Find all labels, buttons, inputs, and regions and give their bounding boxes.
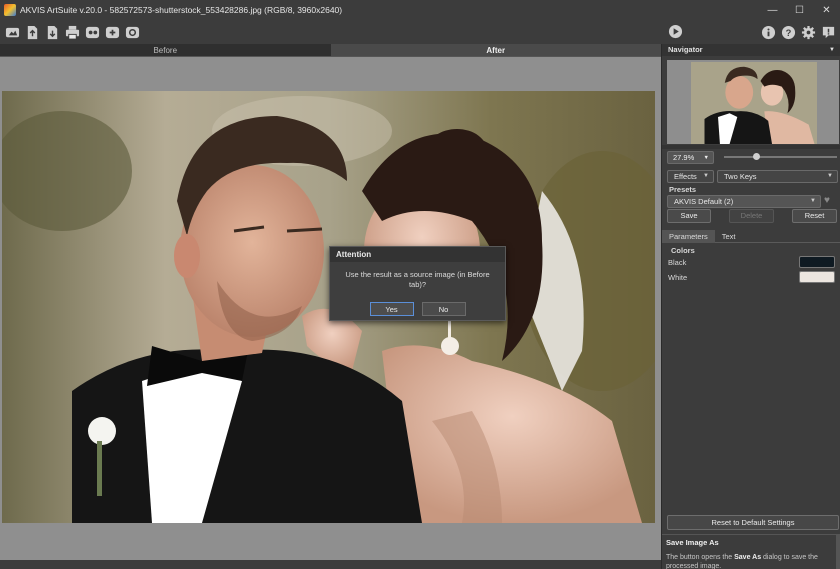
black-label: Black bbox=[668, 258, 687, 267]
close-icon[interactable]: ✕ bbox=[813, 0, 840, 20]
window-title: AKVIS ArtSuite v.20.0 - 582572573-shutte… bbox=[20, 5, 343, 15]
chevron-down-icon: ▼ bbox=[703, 173, 709, 179]
navigator-header[interactable]: Navigator ▼ bbox=[662, 44, 840, 56]
no-button[interactable]: No bbox=[421, 302, 466, 316]
navigator-thumbnail[interactable] bbox=[691, 62, 817, 144]
zoom-value: 27.9% bbox=[673, 152, 695, 162]
minimize-icon[interactable]: — bbox=[759, 0, 786, 20]
panel-divider bbox=[662, 145, 840, 149]
maximize-icon[interactable]: ☐ bbox=[786, 0, 813, 20]
colors-label: Colors bbox=[671, 246, 695, 255]
white-label: White bbox=[668, 273, 688, 282]
zoom-select[interactable]: 27.9% ▼ bbox=[667, 150, 714, 164]
tab-before[interactable]: Before bbox=[0, 44, 331, 57]
print-icon[interactable] bbox=[65, 25, 80, 40]
tab-after[interactable]: After bbox=[330, 44, 661, 57]
dialog-message: Use the result as a source image (in Bef… bbox=[345, 270, 490, 289]
batch-icon[interactable] bbox=[105, 25, 120, 40]
tab-text[interactable]: Text bbox=[715, 230, 743, 243]
collapse-arrow-icon[interactable]: ▼ bbox=[829, 44, 835, 56]
settings-panel: Navigator ▼ 27.9% ▼ Effects ▼ Two Keys ▼… bbox=[661, 44, 840, 569]
preset-select[interactable]: AKVIS Default (2) ▼ bbox=[667, 195, 821, 208]
help-text-bold: Save As bbox=[734, 554, 762, 561]
black-color-swatch[interactable] bbox=[799, 256, 835, 268]
zoom-row: 27.9% ▼ bbox=[667, 150, 837, 164]
share-icon[interactable] bbox=[85, 25, 100, 40]
help-box: Save Image As The button opens the Save … bbox=[662, 534, 840, 569]
help-text-prefix: The button opens the bbox=[666, 554, 735, 561]
effects-select[interactable]: Effects ▼ bbox=[667, 170, 714, 183]
help-icon[interactable]: ? bbox=[780, 25, 796, 40]
help-scrollbar[interactable] bbox=[836, 534, 840, 569]
info-icon[interactable] bbox=[760, 25, 776, 40]
news-icon[interactable] bbox=[820, 25, 836, 40]
white-color-swatch[interactable] bbox=[799, 271, 835, 283]
navigator-title: Navigator bbox=[668, 45, 703, 54]
parameter-tabs: Parameters Text bbox=[662, 230, 840, 243]
dialog-buttons: Yes No bbox=[330, 299, 505, 316]
dialog-title: Attention bbox=[330, 247, 505, 262]
app-logo-icon bbox=[4, 4, 16, 16]
delete-preset-button[interactable]: Delete bbox=[729, 209, 774, 223]
presets-label: Presets bbox=[669, 185, 697, 194]
effect-value: Two Keys bbox=[724, 172, 757, 181]
navigator-frame[interactable] bbox=[667, 60, 839, 144]
window-controls: — ☐ ✕ bbox=[759, 0, 840, 20]
play-icon[interactable] bbox=[668, 24, 683, 39]
save-preset-button[interactable]: Save bbox=[667, 209, 711, 223]
help-title: Save Image As bbox=[666, 538, 719, 547]
toolbar-right: ? bbox=[760, 20, 840, 44]
help-text: The button opens the Save As dialog to s… bbox=[666, 553, 837, 569]
save-file-icon[interactable] bbox=[45, 25, 60, 40]
chevron-down-icon: ▼ bbox=[827, 173, 833, 179]
preset-value: AKVIS Default (2) bbox=[674, 197, 734, 206]
effect-select[interactable]: Two Keys ▼ bbox=[717, 170, 838, 183]
reset-preset-button[interactable]: Reset bbox=[792, 209, 837, 223]
view-tabs: Before After bbox=[0, 44, 661, 57]
reset-defaults-button[interactable]: Reset to Default Settings bbox=[667, 515, 839, 530]
tab-parameters[interactable]: Parameters bbox=[662, 230, 715, 243]
chevron-down-icon: ▼ bbox=[703, 154, 709, 161]
zoom-slider[interactable] bbox=[724, 156, 837, 158]
title-bar: AKVIS ArtSuite v.20.0 - 582572573-shutte… bbox=[0, 0, 840, 20]
status-strip bbox=[0, 560, 661, 569]
home-icon[interactable] bbox=[5, 25, 20, 40]
plugin-icon[interactable] bbox=[125, 25, 140, 40]
attention-dialog: Attention Use the result as a source ima… bbox=[329, 246, 506, 321]
zoom-slider-thumb[interactable] bbox=[753, 153, 760, 160]
toolbar: ? bbox=[0, 20, 840, 44]
effects-label: Effects bbox=[674, 172, 697, 181]
chevron-down-icon: ▼ bbox=[810, 198, 816, 204]
favorite-heart-icon[interactable]: ♥ bbox=[824, 195, 830, 206]
settings-icon[interactable] bbox=[800, 25, 816, 40]
svg-text:?: ? bbox=[785, 27, 791, 37]
yes-button[interactable]: Yes bbox=[369, 302, 414, 316]
open-file-icon[interactable] bbox=[25, 25, 40, 40]
